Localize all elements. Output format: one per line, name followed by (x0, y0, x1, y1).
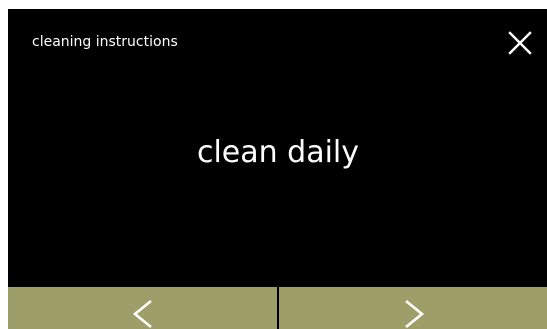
close-icon (508, 31, 532, 55)
screen: cleaning instructions clean daily (8, 9, 547, 329)
chevron-left-icon (132, 299, 152, 329)
previous-button[interactable] (8, 287, 277, 329)
chevron-right-icon (404, 299, 424, 329)
next-button[interactable] (279, 287, 547, 329)
navigation-bar (8, 287, 547, 329)
close-button[interactable] (502, 25, 538, 61)
page-title: cleaning instructions (32, 34, 178, 50)
instruction-message: clean daily (196, 135, 360, 170)
